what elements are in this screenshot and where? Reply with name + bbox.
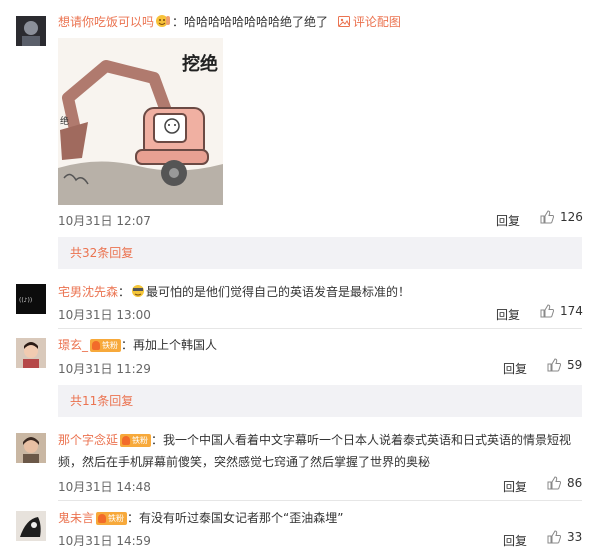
avatar[interactable] [16, 16, 46, 46]
reply-button[interactable]: 回复 [503, 532, 527, 549]
like-count: 33 [567, 530, 583, 544]
comment-text: 再加上个韩国人 [133, 338, 218, 352]
like-count: 174 [560, 304, 583, 318]
thumb-up-icon [547, 530, 562, 544]
emoji-icon [155, 14, 171, 32]
like-count: 86 [567, 476, 583, 490]
comment-text: 哈哈哈哈哈哈哈哈绝了绝了 [184, 15, 329, 29]
avatar[interactable] [16, 433, 46, 463]
comment-text: 我一个中国人看着中文字幕听一个日本人说着泰式英语和日式英语的情景短视 [163, 433, 572, 447]
comment-line-2: 频，然后在手机屏幕前傻笑，突然感觉七窍通了然后掌握了世界的奥秘 [58, 454, 430, 470]
image-icon [337, 16, 350, 27]
timestamp: 10月31日 14:59 [58, 534, 151, 548]
thumb-up-icon [547, 358, 562, 372]
fan-badge-icon: 铁粉 [120, 434, 152, 447]
like-button[interactable]: 174 [540, 304, 583, 318]
comment-text-cont: 频，然后在手机屏幕前傻笑，突然感觉七窍通了然后掌握了世界的奥秘 [58, 455, 431, 469]
colon: ： [118, 285, 131, 299]
comment-line: 那个字念延 铁粉 ：我一个中国人看着中文字幕听一个日本人说着泰式英语和日式英语的情景… [58, 432, 571, 448]
fan-badge-icon: 铁粉 [90, 339, 122, 352]
reply-button[interactable]: 回复 [503, 478, 527, 495]
comment-line: 想请你吃饭可以吗 ：哈哈哈哈哈哈哈哈绝了绝了 评论配图 [58, 14, 401, 32]
emoji-icon [131, 284, 145, 302]
username[interactable]: 鬼未言 [58, 511, 94, 525]
timestamp: 10月31日 14:48 [58, 480, 151, 494]
username[interactable]: 那个字念延 [58, 433, 118, 447]
colon: ： [121, 338, 134, 352]
view-image-label: 评论配图 [352, 15, 401, 29]
like-button[interactable]: 126 [540, 210, 583, 224]
username[interactable]: 宅男沈先森 [58, 285, 118, 299]
like-count: 126 [560, 210, 583, 224]
timestamp: 10月31日 12:07 [58, 214, 151, 228]
comment-line: 宅男沈先森： 最可怕的是他们觉得自己的英语发音是最标准的！ [58, 284, 410, 302]
comment-line: 鬼未言 铁粉 ：有没有听过泰国女记者那个“歪油森埋” [58, 510, 343, 526]
like-count: 59 [567, 358, 583, 372]
avatar[interactable] [16, 338, 46, 368]
view-image-link[interactable]: 评论配图 [337, 15, 401, 29]
username[interactable]: 璟玄_ [58, 338, 88, 352]
svg-text:绝: 绝 [60, 115, 69, 127]
like-button[interactable]: 59 [547, 358, 582, 372]
more-replies-link[interactable]: 共11条回复 [58, 385, 582, 417]
timestamp: 10月31日 13:00 [58, 308, 151, 322]
comment-line: 璟玄_ 铁粉 ：再加上个韩国人 [58, 337, 217, 353]
divider [58, 500, 582, 501]
colon: ： [127, 511, 140, 525]
fan-badge-icon: 铁粉 [96, 512, 128, 525]
timestamp: 10月31日 11:29 [58, 362, 151, 376]
username[interactable]: 想请你吃饭可以吗 [58, 15, 154, 29]
meme-caption: 挖绝 [182, 53, 218, 75]
reply-button[interactable]: 回复 [496, 306, 520, 323]
reply-button[interactable]: 回复 [496, 212, 520, 229]
divider [58, 328, 582, 329]
colon: ： [172, 15, 185, 29]
colon: ： [151, 433, 164, 447]
comment-text: 有没有听过泰国女记者那个“歪油森埋” [139, 511, 344, 525]
more-replies-link[interactable]: 共32条回复 [58, 237, 582, 269]
comment-image[interactable]: 绝 挖绝 [58, 38, 223, 205]
thumb-up-icon [540, 304, 555, 318]
avatar[interactable] [16, 511, 46, 541]
thumb-up-icon [540, 210, 555, 224]
avatar[interactable]: ((♪)) [16, 284, 46, 314]
reply-button[interactable]: 回复 [503, 360, 527, 377]
like-button[interactable]: 33 [547, 530, 582, 544]
svg-text:((♪)): ((♪)) [19, 297, 32, 304]
thumb-up-icon [547, 476, 562, 490]
comment-text: 最可怕的是他们觉得自己的英语发音是最标准的！ [146, 285, 411, 299]
like-button[interactable]: 86 [547, 476, 582, 490]
